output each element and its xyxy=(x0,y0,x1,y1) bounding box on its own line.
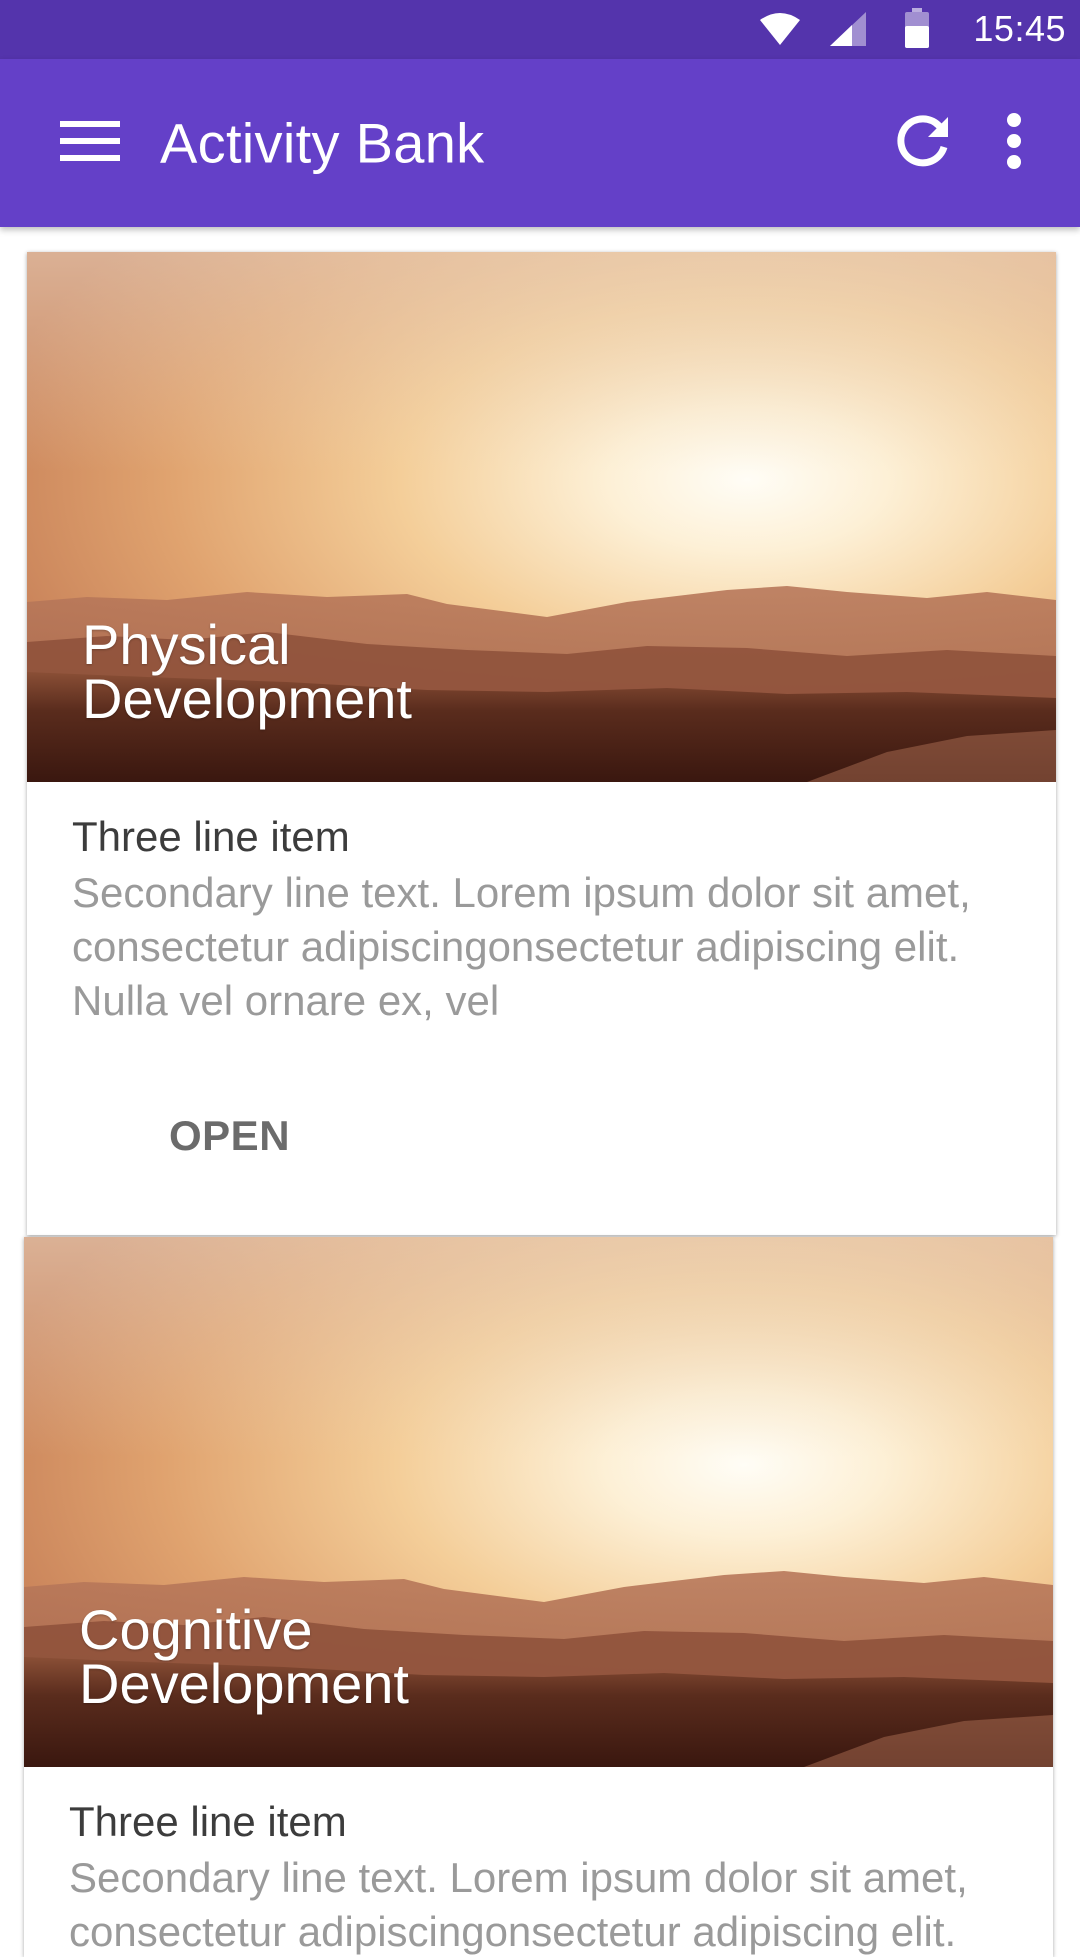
card-title: Cognitive Development xyxy=(79,1598,579,1715)
menu-button[interactable] xyxy=(48,101,132,185)
more-options-button[interactable] xyxy=(988,101,1040,185)
battery-icon xyxy=(904,8,930,53)
card-title-line2: Development xyxy=(82,667,412,730)
activity-card[interactable]: Cognitive Development Three line item Se… xyxy=(24,1237,1053,1957)
status-time: 15:45 xyxy=(973,8,1066,49)
card-image: Cognitive Development xyxy=(24,1237,1053,1767)
card-body: Three line item Secondary line text. Lor… xyxy=(72,812,1011,1028)
wifi-icon xyxy=(760,12,800,51)
card-title-line1: Cognitive xyxy=(79,1598,313,1661)
card-heading: Three line item xyxy=(69,1798,347,1845)
card-body: Three line item Secondary line text. Lor… xyxy=(69,1797,1008,1957)
refresh-button[interactable] xyxy=(880,101,964,185)
card-list[interactable]: Physical Development Three line item Sec… xyxy=(0,227,1080,1957)
card-secondary-text: Secondary line text. Lorem ipsum dolor s… xyxy=(69,1854,968,1955)
refresh-icon xyxy=(894,113,950,174)
card-title: Physical Development xyxy=(82,613,582,730)
status-bar: 15:45 xyxy=(0,0,1080,59)
app-bar: Activity Bank xyxy=(0,59,1080,227)
more-vert-icon xyxy=(1006,112,1022,174)
signal-icon xyxy=(830,12,866,51)
card-title-line1: Physical xyxy=(82,613,291,676)
card-heading: Three line item xyxy=(72,813,350,860)
card-image: Physical Development xyxy=(27,252,1056,782)
open-button[interactable]: OPEN xyxy=(157,1102,302,1170)
card-secondary-text: Secondary line text. Lorem ipsum dolor s… xyxy=(72,869,971,1024)
activity-card[interactable]: Physical Development Three line item Sec… xyxy=(27,252,1056,1235)
menu-icon xyxy=(60,120,120,166)
card-title-line2: Development xyxy=(79,1652,409,1715)
app-title: Activity Bank xyxy=(160,111,485,175)
